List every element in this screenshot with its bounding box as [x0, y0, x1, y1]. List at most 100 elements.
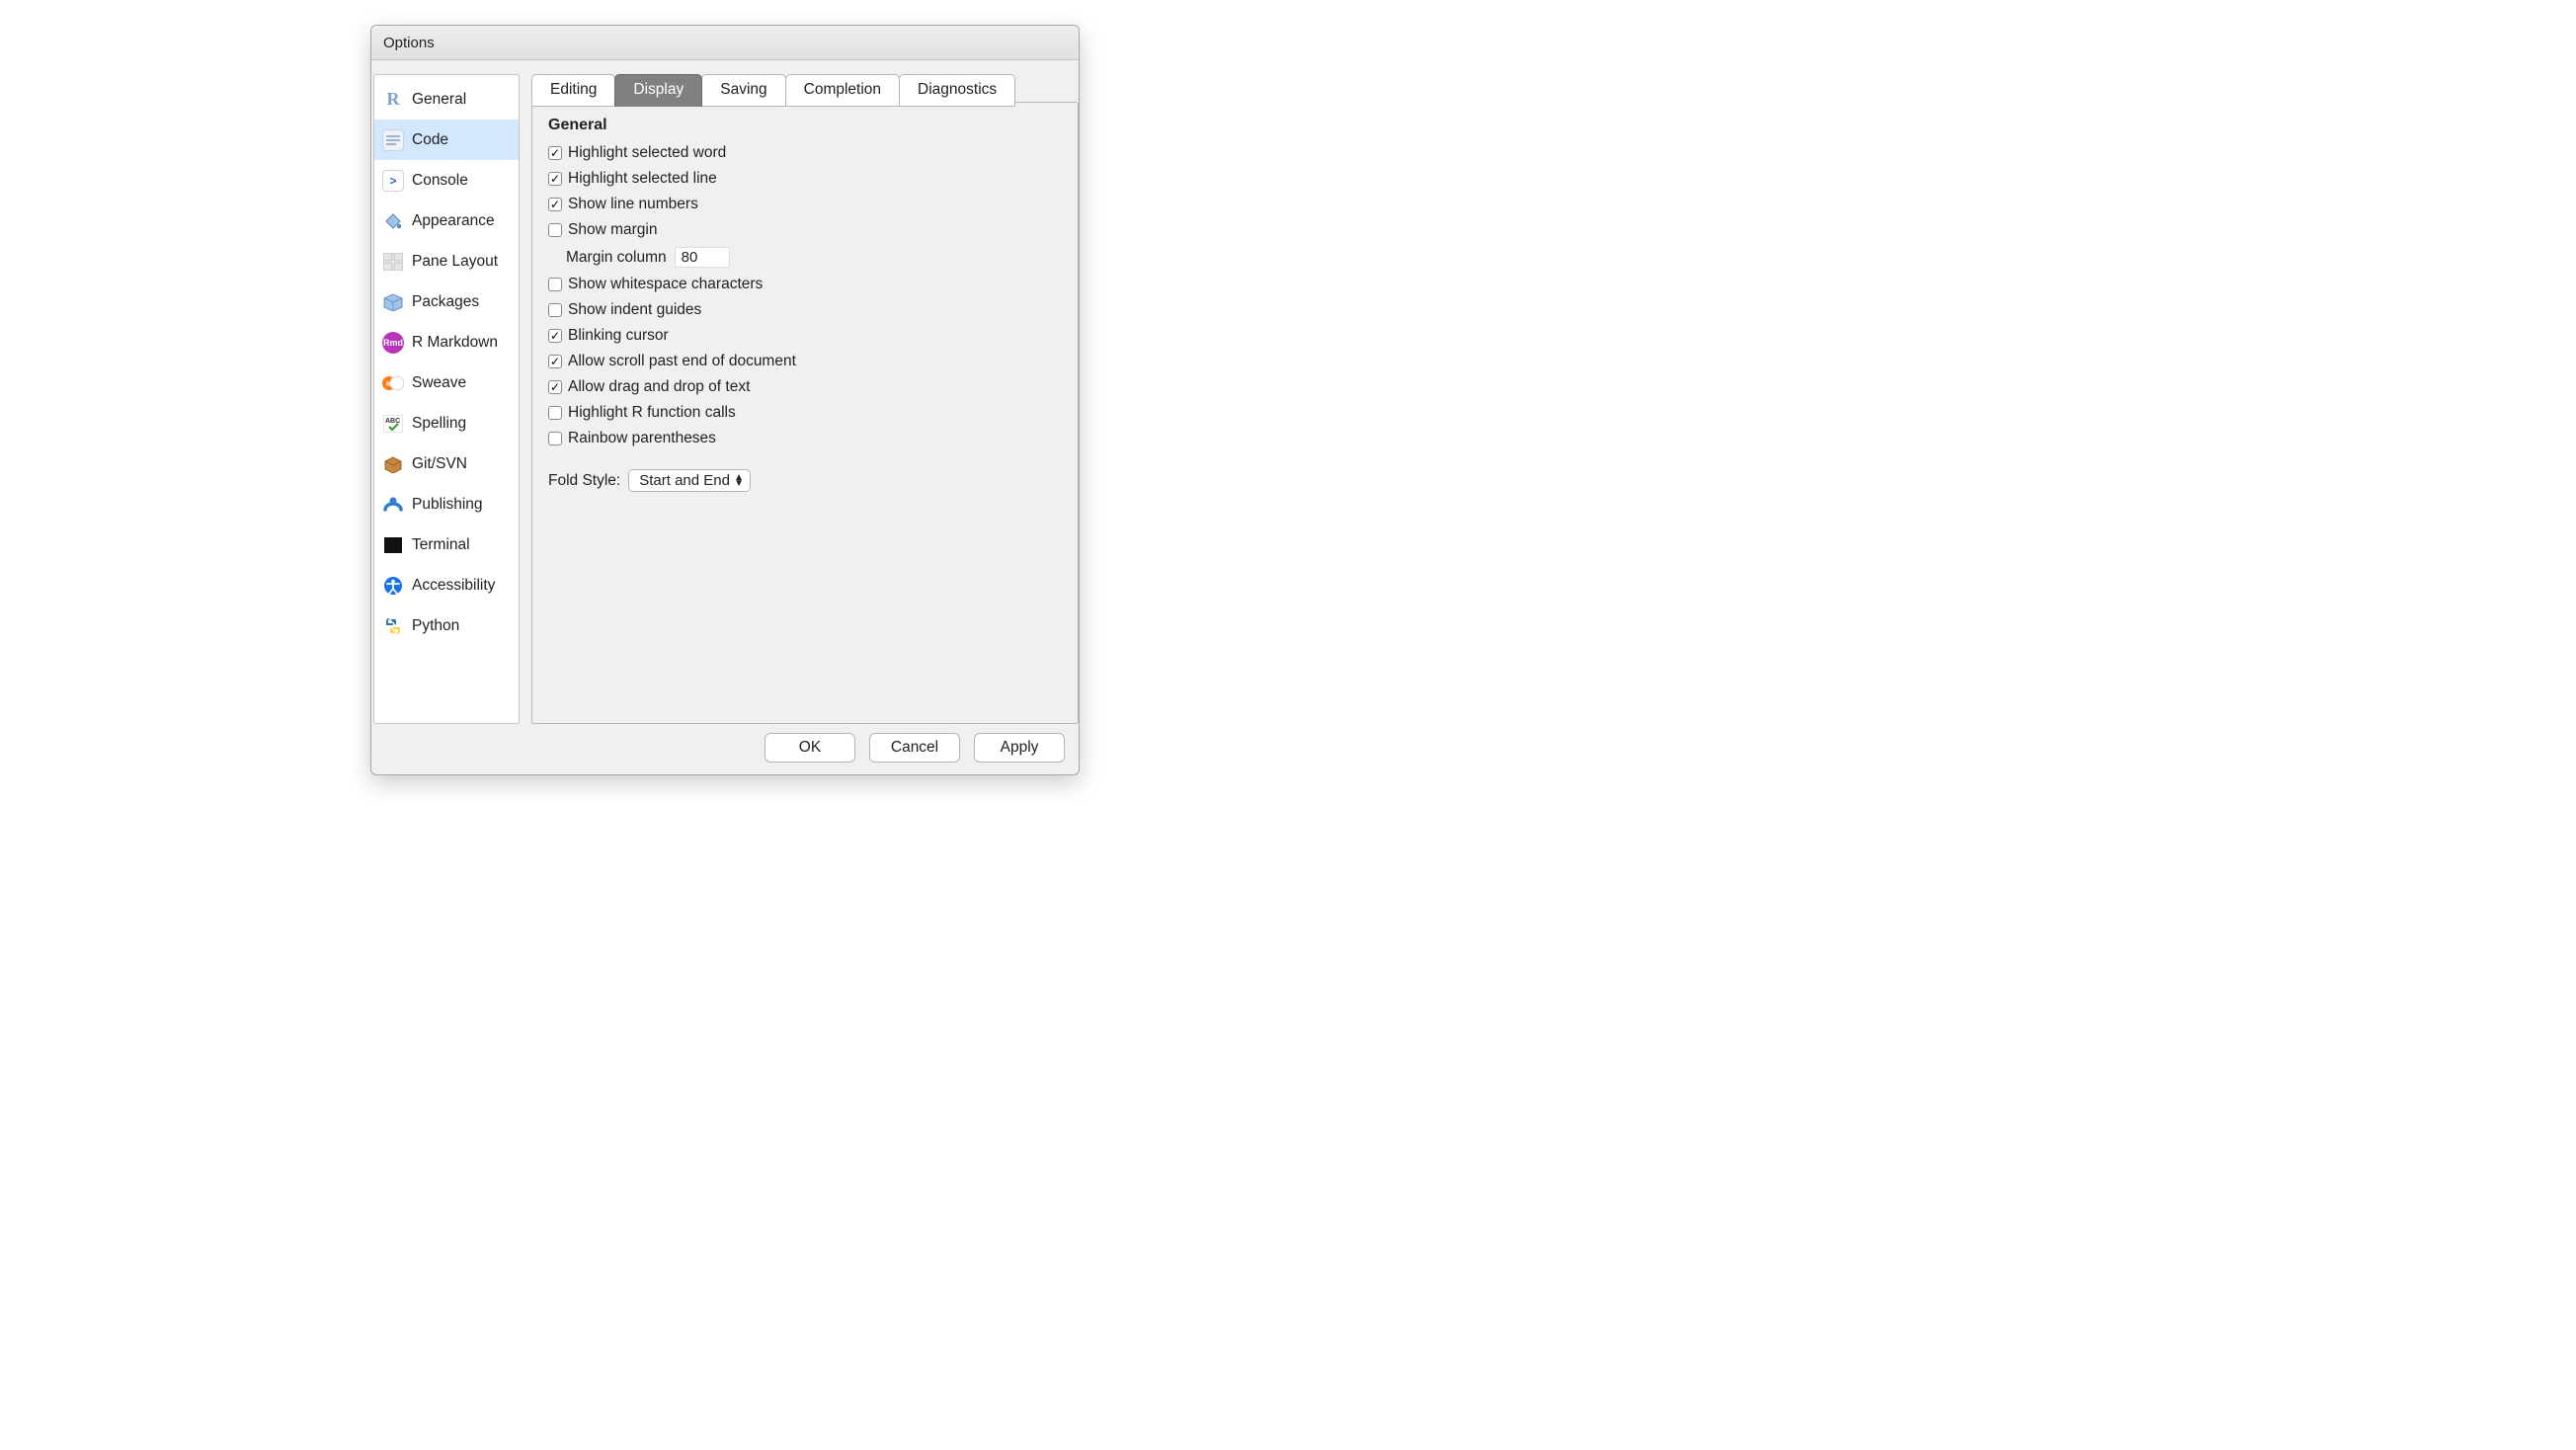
fold-style-select[interactable]: Start and End ▲▼ [628, 469, 751, 492]
cancel-button[interactable]: Cancel [869, 733, 960, 763]
sidebar-item-label: Pane Layout [412, 253, 498, 271]
tab-label: Saving [720, 81, 766, 98]
sidebar-item-code[interactable]: Code [374, 120, 519, 160]
checkbox-row-highlight-selected-word[interactable]: Highlight selected word [548, 144, 1062, 162]
checkbox-row-rainbow-parentheses[interactable]: Rainbow parentheses [548, 430, 1062, 447]
python-icon [382, 615, 404, 637]
spelling-icon: ABC [382, 413, 404, 435]
checkbox-label: Show whitespace characters [568, 276, 763, 293]
checkbox-row-scroll-past-end[interactable]: Allow scroll past end of document [548, 353, 1062, 370]
sidebar-item-label: Accessibility [412, 577, 495, 595]
checkbox-row-blinking-cursor[interactable]: Blinking cursor [548, 327, 1062, 345]
sidebar-item-label: General [412, 91, 466, 109]
svg-text:Rnw: Rnw [386, 382, 399, 388]
sidebar-item-rmarkdown[interactable]: Rmd R Markdown [374, 322, 519, 362]
checkbox-icon [548, 146, 562, 160]
sidebar-item-terminal[interactable]: Terminal [374, 524, 519, 565]
sidebar-item-python[interactable]: Python [374, 605, 519, 646]
checkbox-icon [548, 223, 562, 237]
tab-saving[interactable]: Saving [701, 74, 785, 107]
checkbox-row-show-line-numbers[interactable]: Show line numbers [548, 196, 1062, 213]
checkbox-label: Allow drag and drop of text [568, 378, 750, 396]
display-panel: General Highlight selected word Highligh… [531, 102, 1079, 724]
sweave-icon: Rnw [382, 372, 404, 394]
sidebar-item-label: Appearance [412, 212, 495, 230]
checkbox-icon [548, 355, 562, 368]
select-updown-icon: ▲▼ [734, 475, 744, 487]
margin-column-label: Margin column [566, 249, 667, 267]
tab-label: Editing [550, 81, 597, 98]
checkbox-row-show-whitespace[interactable]: Show whitespace characters [548, 276, 1062, 293]
accessibility-icon [382, 575, 404, 597]
checkbox-label: Allow scroll past end of document [568, 353, 796, 370]
apply-button[interactable]: Apply [974, 733, 1065, 763]
sidebar-item-label: Console [412, 172, 468, 190]
checkbox-label: Highlight R function calls [568, 404, 736, 422]
checkbox-label: Rainbow parentheses [568, 430, 716, 447]
checkbox-icon [548, 198, 562, 211]
sidebar-item-sweave[interactable]: Rnw Sweave [374, 362, 519, 403]
checkbox-label: Show line numbers [568, 196, 698, 213]
tab-label: Completion [804, 81, 881, 98]
sidebar-item-appearance[interactable]: Appearance [374, 201, 519, 241]
checkbox-label: Highlight selected line [568, 170, 717, 188]
section-title-general: General [548, 117, 1062, 134]
tabbar: Editing Display Saving Completion Diagno… [531, 74, 1015, 107]
git-box-icon [382, 453, 404, 475]
ok-button[interactable]: OK [765, 733, 855, 763]
terminal-icon [382, 534, 404, 556]
checkbox-label: Show margin [568, 221, 657, 239]
margin-column-row: Margin column 80 [566, 247, 1062, 268]
checkbox-icon [548, 432, 562, 445]
sidebar-item-label: Publishing [412, 496, 483, 514]
sidebar-item-general[interactable]: R General [374, 79, 519, 120]
tab-label: Diagnostics [918, 81, 997, 98]
sidebar-item-label: R Markdown [412, 334, 498, 352]
options-dialog: Options R General Code > Console [370, 25, 1080, 775]
sidebar-item-git-svn[interactable]: Git/SVN [374, 443, 519, 484]
sidebar-item-label: Terminal [412, 536, 470, 554]
window-title: Options [383, 35, 435, 51]
checkbox-icon [548, 172, 562, 186]
sidebar-item-label: Packages [412, 293, 479, 311]
pane-layout-icon [382, 251, 404, 273]
sidebar-item-label: Code [412, 131, 448, 149]
margin-column-input[interactable]: 80 [675, 247, 730, 268]
console-icon: > [382, 170, 404, 192]
fold-style-label: Fold Style: [548, 472, 620, 490]
sidebar-item-label: Python [412, 617, 459, 635]
checkbox-row-show-margin[interactable]: Show margin [548, 221, 1062, 239]
sidebar-item-accessibility[interactable]: Accessibility [374, 565, 519, 605]
button-label: OK [799, 739, 821, 756]
tab-editing[interactable]: Editing [531, 74, 615, 107]
sidebar-item-pane-layout[interactable]: Pane Layout [374, 241, 519, 282]
checkbox-icon [548, 406, 562, 420]
fold-style-row: Fold Style: Start and End ▲▼ [548, 469, 1062, 492]
sidebar-item-publishing[interactable]: Publishing [374, 484, 519, 524]
tab-label: Display [633, 81, 684, 98]
sidebar-item-console[interactable]: > Console [374, 160, 519, 201]
sidebar-item-label: Spelling [412, 415, 466, 433]
checkbox-row-highlight-r-function-calls[interactable]: Highlight R function calls [548, 404, 1062, 422]
checkbox-icon [548, 329, 562, 343]
package-icon [382, 291, 404, 313]
tab-display[interactable]: Display [614, 74, 702, 107]
checkbox-icon [548, 278, 562, 291]
publishing-icon [382, 494, 404, 516]
tab-completion[interactable]: Completion [785, 74, 900, 107]
paint-bucket-icon [382, 210, 404, 232]
checkbox-row-drag-drop-text[interactable]: Allow drag and drop of text [548, 378, 1062, 396]
sidebar-item-packages[interactable]: Packages [374, 282, 519, 322]
sidebar-item-spelling[interactable]: ABC Spelling [374, 403, 519, 443]
checkbox-icon [548, 303, 562, 317]
checkbox-row-highlight-selected-line[interactable]: Highlight selected line [548, 170, 1062, 188]
code-icon [382, 129, 404, 151]
sidebar-item-label: Git/SVN [412, 455, 467, 473]
fold-style-value: Start and End [639, 472, 730, 489]
checkbox-label: Highlight selected word [568, 144, 726, 162]
tab-diagnostics[interactable]: Diagnostics [899, 74, 1015, 107]
sidebar: R General Code > Console Appearance [373, 74, 520, 724]
checkbox-row-show-indent-guides[interactable]: Show indent guides [548, 301, 1062, 319]
checkbox-icon [548, 380, 562, 394]
checkbox-label: Blinking cursor [568, 327, 669, 345]
